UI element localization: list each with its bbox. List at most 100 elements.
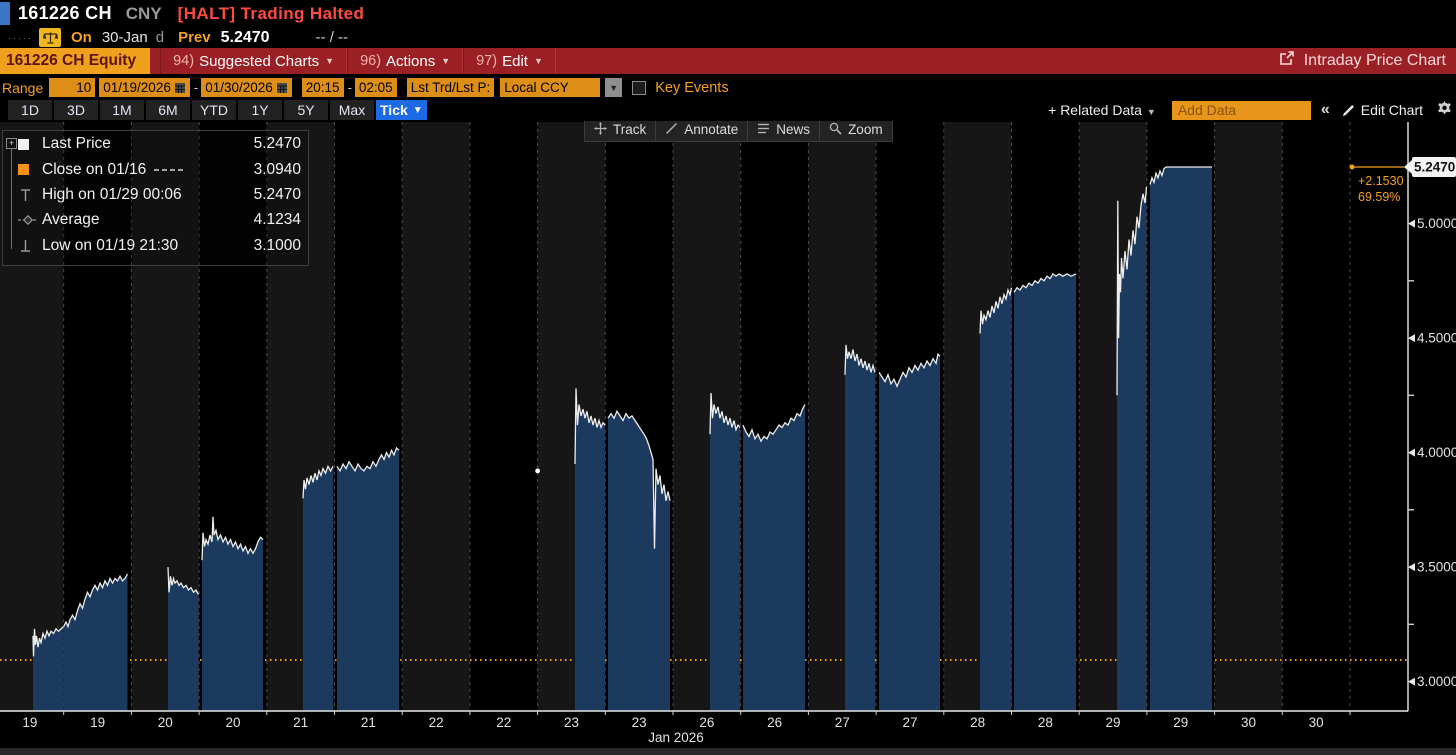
track-icon xyxy=(594,122,607,138)
on-label[interactable]: On xyxy=(71,29,92,46)
svg-text:28: 28 xyxy=(970,715,985,730)
calendar-icon xyxy=(174,82,186,94)
news-icon xyxy=(757,122,770,138)
annotate-button[interactable]: Annotate xyxy=(656,118,748,141)
news-button[interactable]: News xyxy=(748,118,820,141)
svg-text:5.2470: 5.2470 xyxy=(1414,160,1455,175)
svg-text:4.5000: 4.5000 xyxy=(1417,331,1456,346)
title-bar: 161226 CH CNY [HALT] Trading Halted xyxy=(0,0,1456,27)
add-data-input[interactable]: Add Data xyxy=(1172,101,1311,120)
svg-text:3.5000: 3.5000 xyxy=(1417,560,1456,575)
periodicity: d xyxy=(156,29,164,46)
chart-title: Intraday Price Chart xyxy=(1304,52,1446,70)
bid-ask: -- / -- xyxy=(316,29,348,46)
svg-text:22: 22 xyxy=(429,715,444,730)
tab-1m[interactable]: 1M xyxy=(100,100,144,120)
tab-max[interactable]: Max xyxy=(330,100,374,120)
related-data-button[interactable]: + Related Data▼ xyxy=(1048,102,1156,118)
menubar-right: Intraday Price Chart xyxy=(1279,48,1446,74)
time-dash: - xyxy=(348,80,352,95)
prev-label: Prev xyxy=(178,29,211,46)
chevron-down-icon: ▼ xyxy=(534,56,543,66)
menu-item-suggested-charts[interactable]: 94)Suggested Charts▼ xyxy=(160,48,347,74)
currency-dropdown-icon[interactable]: ▼ xyxy=(605,78,622,97)
svg-text:22: 22 xyxy=(496,715,511,730)
chevron-down-icon: ▼ xyxy=(413,105,423,116)
average-marker-icon xyxy=(18,214,42,226)
quote-bar: ····· On 30-Jan d Prev 5.2470 -- / -- xyxy=(0,27,1456,48)
pencil-icon xyxy=(1342,104,1355,117)
svg-text:28: 28 xyxy=(1038,715,1053,730)
square-white-marker-icon xyxy=(18,139,42,150)
prev-value: 5.2470 xyxy=(221,29,270,47)
chart-actions: + Related Data▼ Add Data « Edit Chart xyxy=(1048,100,1452,120)
period-tabs-bar: 1D3D1M6MYTD1Y5YMaxTick▼ + Related Data▼ … xyxy=(0,99,1456,121)
legend-tree-line xyxy=(11,148,12,249)
svg-text:23: 23 xyxy=(632,715,647,730)
key-events-label[interactable]: Key Events xyxy=(655,80,728,96)
drag-dots-icon: ····· xyxy=(8,33,33,43)
annotate-icon xyxy=(665,122,678,138)
scales-icon[interactable] xyxy=(39,28,61,47)
svg-text:Jan 2026: Jan 2026 xyxy=(648,730,704,745)
chevron-down-icon: ▼ xyxy=(325,56,334,66)
tab-1y[interactable]: 1Y xyxy=(238,100,282,120)
legend-row-close-on-01-16[interactable]: Close on 01/163.0940 xyxy=(3,157,308,181)
chart-legend[interactable]: + Last Price5.2470Close on 01/163.0940Hi… xyxy=(2,130,309,266)
svg-text:30: 30 xyxy=(1241,715,1256,730)
svg-text:19: 19 xyxy=(22,715,37,730)
collapse-button[interactable]: « xyxy=(1321,101,1330,119)
edit-chart-button[interactable]: Edit Chart xyxy=(1342,102,1423,118)
tab-tick-active[interactable]: Tick▼ xyxy=(376,100,427,120)
time-to-input[interactable]: 02:05 xyxy=(355,78,397,97)
period-tabs: 1D3D1M6MYTD1Y5YMaxTick▼ xyxy=(8,100,429,120)
export-icon[interactable] xyxy=(1279,51,1295,71)
tab-1d[interactable]: 1D xyxy=(8,100,52,120)
legend-row-high-on-01-29-00-06[interactable]: High on 01/29 00:065.2470 xyxy=(3,183,308,207)
svg-text:29: 29 xyxy=(1105,715,1120,730)
range-count-input[interactable]: 10 xyxy=(49,78,95,97)
svg-text:29: 29 xyxy=(1173,715,1188,730)
legend-row-average[interactable]: Average4.1234 xyxy=(3,208,308,232)
terminal-screen: +2.153069.59%5.00004.50004.00003.50003.0… xyxy=(0,0,1456,755)
legend-row-last-price[interactable]: Last Price5.2470 xyxy=(3,132,308,156)
date-to-input[interactable]: 01/30/2026 xyxy=(201,78,292,97)
legend-rows: Last Price5.2470Close on 01/163.0940High… xyxy=(3,132,308,258)
svg-text:23: 23 xyxy=(564,715,579,730)
halt-status: [HALT] Trading Halted xyxy=(178,4,365,24)
function-menubar: 161226 CH Equity 94)Suggested Charts▼96)… xyxy=(0,48,1456,74)
gear-icon[interactable] xyxy=(1437,101,1452,120)
price-source-select[interactable]: Lst Trd/Lst P: xyxy=(407,78,495,97)
svg-text:69.59%: 69.59% xyxy=(1358,190,1400,204)
tab-5y[interactable]: 5Y xyxy=(284,100,328,120)
svg-text:27: 27 xyxy=(835,715,850,730)
menu-item-edit[interactable]: 97)Edit▼ xyxy=(463,48,556,74)
panel-indicator xyxy=(0,2,10,25)
security-name-box[interactable]: 161226 CH Equity xyxy=(0,48,150,74)
zoom-icon xyxy=(829,122,842,138)
date-from-input[interactable]: 01/19/2026 xyxy=(99,78,190,97)
time-from-input[interactable]: 20:15 xyxy=(302,78,344,97)
svg-text:5.0000: 5.0000 xyxy=(1417,216,1456,231)
tab-6m[interactable]: 6M xyxy=(146,100,190,120)
range-toolbar: Range 10 01/19/2026 - 01/30/2026 20:15 -… xyxy=(0,76,1456,99)
ticker-symbol: 161226 CH xyxy=(18,3,112,24)
svg-text:21: 21 xyxy=(293,715,308,730)
high-marker-icon xyxy=(18,188,42,202)
svg-text:4.0000: 4.0000 xyxy=(1417,445,1456,460)
square-orange-marker-icon xyxy=(18,164,42,175)
key-events-checkbox[interactable] xyxy=(632,81,646,95)
menu-items: 94)Suggested Charts▼96)Actions▼97)Edit▼ xyxy=(160,48,556,74)
currency-select[interactable]: Local CCY xyxy=(500,78,600,97)
svg-text:21: 21 xyxy=(361,715,376,730)
tab-ytd[interactable]: YTD xyxy=(192,100,236,120)
calendar-icon xyxy=(276,82,288,94)
svg-text:19: 19 xyxy=(90,715,105,730)
legend-row-low-on-01-19-21-30[interactable]: Low on 01/19 21:303.1000 xyxy=(3,234,308,258)
menu-item-actions[interactable]: 96)Actions▼ xyxy=(347,48,463,74)
tab-3d[interactable]: 3D xyxy=(54,100,98,120)
track-button[interactable]: Track xyxy=(585,118,656,141)
zoom-button[interactable]: Zoom xyxy=(820,118,892,141)
range-dash: - xyxy=(194,80,198,95)
range-label: Range xyxy=(2,80,43,96)
